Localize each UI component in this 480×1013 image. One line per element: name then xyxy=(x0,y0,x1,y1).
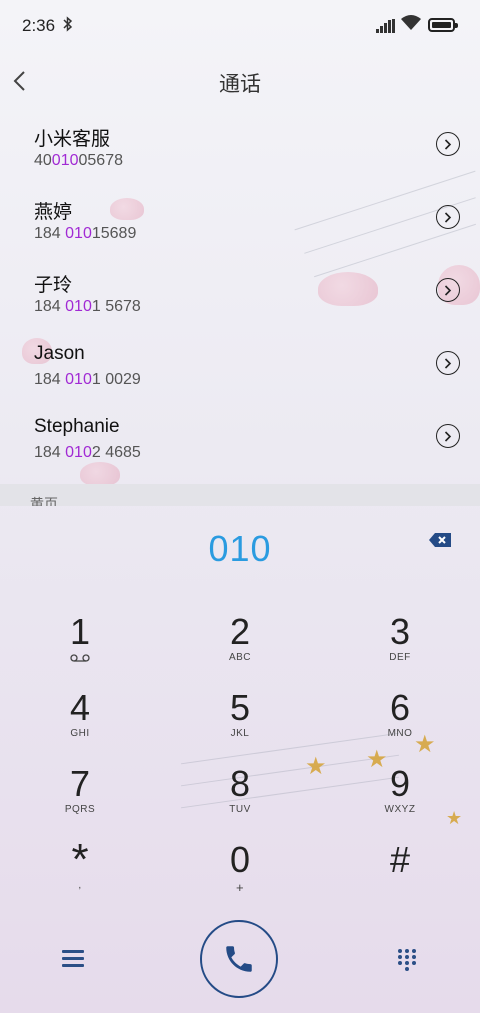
dialer-panel: 010 1 2 ABC 3 DEF 4 GHI 5 JKL 6 MNO 7 PQ… xyxy=(0,506,480,1013)
contact-item[interactable]: 子玲 184 0101 5678 xyxy=(0,254,480,327)
contact-number: 4001005678 xyxy=(34,152,123,169)
key-hash[interactable]: # xyxy=(350,840,450,908)
key-letters: + xyxy=(235,880,245,895)
key-digit: 1 xyxy=(69,611,91,652)
contact-detail-button[interactable] xyxy=(436,351,460,375)
contact-number: 184 0101 0029 xyxy=(34,371,141,388)
key-5[interactable]: 5 JKL xyxy=(190,688,290,756)
chevron-right-icon xyxy=(444,284,452,296)
key-6[interactable]: 6 MNO xyxy=(350,688,450,756)
contact-detail-button[interactable] xyxy=(436,205,460,229)
key-letters: , xyxy=(78,880,82,891)
key-digit: 0 xyxy=(229,839,251,880)
key-2[interactable]: 2 ABC xyxy=(190,612,290,680)
key-8[interactable]: 8 TUV xyxy=(190,764,290,832)
chevron-right-icon xyxy=(444,211,452,223)
bluetooth-icon xyxy=(63,16,73,36)
key-letters: JKL xyxy=(230,728,250,739)
key-digit: 3 xyxy=(389,611,411,652)
contact-name: 小米客服 xyxy=(34,129,111,150)
signal-icon xyxy=(376,19,396,33)
backspace-icon xyxy=(429,533,451,547)
key-digit: 6 xyxy=(389,687,411,728)
key-9[interactable]: 9 WXYZ xyxy=(350,764,450,832)
backspace-button[interactable] xyxy=(427,530,453,550)
key-letters: DEF xyxy=(389,652,411,663)
dialed-number[interactable]: 010 xyxy=(0,528,480,570)
chevron-right-icon xyxy=(444,357,452,369)
key-letters: TUV xyxy=(229,804,251,815)
key-digit: 7 xyxy=(69,763,91,804)
key-3[interactable]: 3 DEF xyxy=(350,612,450,680)
contact-name: Stephanie xyxy=(34,416,120,437)
voicemail-icon xyxy=(70,654,90,662)
contact-item[interactable]: Stephanie 184 0102 4685 xyxy=(0,400,480,473)
contact-name: Jason xyxy=(34,343,85,364)
chevron-right-icon xyxy=(444,138,452,150)
wifi-icon xyxy=(401,15,421,33)
contact-number: 184 01015689 xyxy=(34,225,137,242)
key-digit: 4 xyxy=(69,687,91,728)
dialpad-toggle-button[interactable] xyxy=(396,949,418,971)
key-letters: ABC xyxy=(228,652,252,663)
contact-name: 子玲 xyxy=(34,275,73,296)
contact-detail-button[interactable] xyxy=(436,278,460,302)
key-1[interactable]: 1 xyxy=(30,612,130,680)
contact-item[interactable]: 燕婷 184 01015689 xyxy=(0,181,480,254)
key-letters: WXYZ xyxy=(384,804,416,815)
status-time: 2:36 xyxy=(22,16,56,35)
key-star[interactable]: * , xyxy=(30,835,130,908)
key-digit: 9 xyxy=(389,763,411,804)
key-digit: * xyxy=(71,835,89,884)
contact-item[interactable]: Jason 184 0101 0029 xyxy=(0,327,480,400)
key-digit: 2 xyxy=(229,611,251,652)
key-0[interactable]: 0 + xyxy=(190,840,290,908)
phone-icon xyxy=(226,946,252,972)
contact-number: 184 0101 5678 xyxy=(34,298,141,315)
call-button[interactable] xyxy=(200,920,278,998)
key-letters: MNO xyxy=(387,728,413,739)
status-bar: 2:36 xyxy=(0,0,480,52)
contact-detail-button[interactable] xyxy=(436,424,460,448)
menu-button[interactable] xyxy=(62,950,84,968)
key-7[interactable]: 7 PQRS xyxy=(30,764,130,832)
key-letters: GHI xyxy=(70,728,90,739)
contact-name: 燕婷 xyxy=(34,202,73,223)
contact-detail-button[interactable] xyxy=(436,132,460,156)
key-digit: 8 xyxy=(229,763,251,804)
contact-number: 184 0102 4685 xyxy=(34,444,141,461)
section-strip: 黄页 xyxy=(0,484,480,506)
battery-icon xyxy=(428,18,458,32)
contact-item[interactable]: 小米客服 4001005678 xyxy=(0,108,480,181)
menu-icon xyxy=(62,950,84,953)
page-title: 通话 xyxy=(219,73,261,96)
key-letters: PQRS xyxy=(64,804,96,815)
key-digit: 5 xyxy=(229,687,251,728)
chevron-right-icon xyxy=(444,430,452,442)
key-digit: # xyxy=(389,839,411,880)
section-header: 黄页 xyxy=(30,496,58,506)
contact-list: 小米客服 4001005678 燕婷 184 01015689 子玲 184 0… xyxy=(0,108,480,473)
key-4[interactable]: 4 GHI xyxy=(30,688,130,756)
